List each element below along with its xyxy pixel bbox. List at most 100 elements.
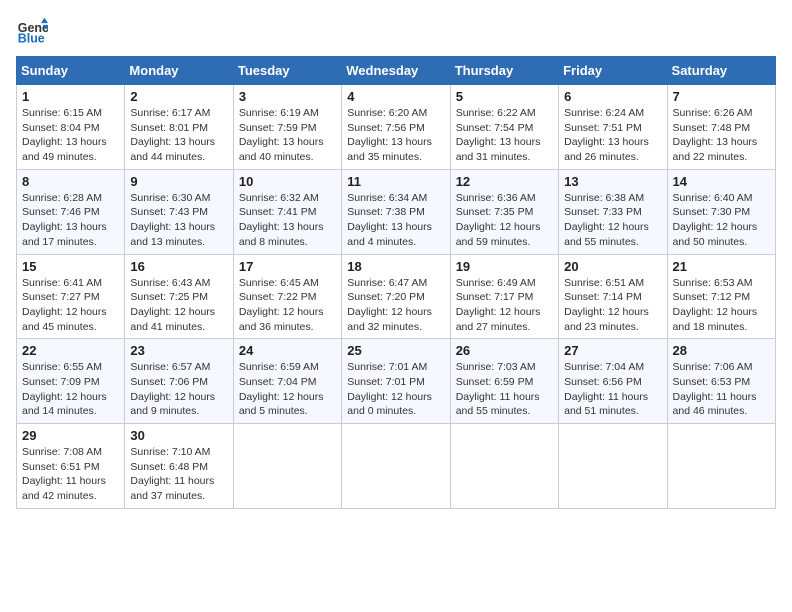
calendar-cell: 9 Sunrise: 6:30 AMSunset: 7:43 PMDaylight… (125, 169, 233, 254)
day-number: 26 (456, 343, 553, 358)
day-info: Sunrise: 6:20 AMSunset: 7:56 PMDaylight:… (347, 106, 444, 165)
calendar-cell: 23 Sunrise: 6:57 AMSunset: 7:06 PMDayligh… (125, 339, 233, 424)
calendar-cell: 2 Sunrise: 6:17 AMSunset: 8:01 PMDaylight… (125, 85, 233, 170)
day-info: Sunrise: 6:49 AMSunset: 7:17 PMDaylight:… (456, 276, 553, 335)
calendar-cell: 3Sunrise: 6:19 AMSunset: 7:59 PMDaylight… (233, 85, 341, 170)
day-info: Sunrise: 6:17 AMSunset: 8:01 PMDaylight:… (130, 106, 227, 165)
day-info: Sunrise: 6:15 AMSunset: 8:04 PMDaylight:… (22, 106, 119, 165)
day-number: 17 (239, 259, 336, 274)
calendar-cell: 7 Sunrise: 6:26 AMSunset: 7:48 PMDaylight… (667, 85, 775, 170)
day-number: 9 (130, 174, 227, 189)
day-info: Sunrise: 7:01 AMSunset: 7:01 PMDaylight:… (347, 360, 444, 419)
day-number: 6 (564, 89, 661, 104)
weekday-header-row: SundayMondayTuesdayWednesdayThursdayFrid… (17, 57, 776, 85)
day-number: 24 (239, 343, 336, 358)
calendar-cell: 16 Sunrise: 6:43 AMSunset: 7:25 PMDayligh… (125, 254, 233, 339)
day-info: Sunrise: 6:34 AMSunset: 7:38 PMDaylight:… (347, 191, 444, 250)
calendar-cell (233, 424, 341, 509)
calendar-week-row: 8 Sunrise: 6:28 AMSunset: 7:46 PMDaylight… (17, 169, 776, 254)
logo: General Blue (16, 16, 52, 48)
day-info: Sunrise: 6:26 AMSunset: 7:48 PMDaylight:… (673, 106, 770, 165)
calendar-cell: 17 Sunrise: 6:45 AMSunset: 7:22 PMDayligh… (233, 254, 341, 339)
day-info: Sunrise: 6:41 AMSunset: 7:27 PMDaylight:… (22, 276, 119, 335)
day-info: Sunrise: 6:51 AMSunset: 7:14 PMDaylight:… (564, 276, 661, 335)
weekday-header-wednesday: Wednesday (342, 57, 450, 85)
day-info: Sunrise: 6:32 AMSunset: 7:41 PMDaylight:… (239, 191, 336, 250)
calendar-cell: 1 Sunrise: 6:15 AMSunset: 8:04 PMDaylight… (17, 85, 125, 170)
calendar-cell: 12 Sunrise: 6:36 AMSunset: 7:35 PMDayligh… (450, 169, 558, 254)
weekday-header-tuesday: Tuesday (233, 57, 341, 85)
day-info: Sunrise: 6:55 AMSunset: 7:09 PMDaylight:… (22, 360, 119, 419)
day-number: 25 (347, 343, 444, 358)
day-number: 18 (347, 259, 444, 274)
calendar-cell: 27 Sunrise: 7:04 AMSunset: 6:56 PMDayligh… (559, 339, 667, 424)
calendar-table: SundayMondayTuesdayWednesdayThursdayFrid… (16, 56, 776, 509)
day-number: 14 (673, 174, 770, 189)
day-info: Sunrise: 6:36 AMSunset: 7:35 PMDaylight:… (456, 191, 553, 250)
calendar-cell: 15 Sunrise: 6:41 AMSunset: 7:27 PMDayligh… (17, 254, 125, 339)
day-info: Sunrise: 6:47 AMSunset: 7:20 PMDaylight:… (347, 276, 444, 335)
day-number: 28 (673, 343, 770, 358)
day-number: 22 (22, 343, 119, 358)
day-number: 8 (22, 174, 119, 189)
day-info: Sunrise: 7:10 AMSunset: 6:48 PMDaylight:… (130, 445, 227, 504)
calendar-cell: 29 Sunrise: 7:08 AMSunset: 6:51 PMDayligh… (17, 424, 125, 509)
calendar-cell: 6 Sunrise: 6:24 AMSunset: 7:51 PMDaylight… (559, 85, 667, 170)
day-number: 2 (130, 89, 227, 104)
calendar-week-row: 22 Sunrise: 6:55 AMSunset: 7:09 PMDayligh… (17, 339, 776, 424)
calendar-cell: 28 Sunrise: 7:06 AMSunset: 6:53 PMDayligh… (667, 339, 775, 424)
calendar-cell: 5 Sunrise: 6:22 AMSunset: 7:54 PMDaylight… (450, 85, 558, 170)
weekday-header-friday: Friday (559, 57, 667, 85)
calendar-cell: 19 Sunrise: 6:49 AMSunset: 7:17 PMDayligh… (450, 254, 558, 339)
day-number: 10 (239, 174, 336, 189)
day-info: Sunrise: 7:04 AMSunset: 6:56 PMDaylight:… (564, 360, 661, 419)
day-info: Sunrise: 6:28 AMSunset: 7:46 PMDaylight:… (22, 191, 119, 250)
day-number: 15 (22, 259, 119, 274)
calendar-cell: 8 Sunrise: 6:28 AMSunset: 7:46 PMDaylight… (17, 169, 125, 254)
day-number: 20 (564, 259, 661, 274)
calendar-cell: 14 Sunrise: 6:40 AMSunset: 7:30 PMDayligh… (667, 169, 775, 254)
day-number: 1 (22, 89, 119, 104)
day-number: 27 (564, 343, 661, 358)
calendar-cell: 26Sunrise: 7:03 AMSunset: 6:59 PMDayligh… (450, 339, 558, 424)
day-number: 30 (130, 428, 227, 443)
calendar-cell (450, 424, 558, 509)
day-info: Sunrise: 6:57 AMSunset: 7:06 PMDaylight:… (130, 360, 227, 419)
weekday-header-saturday: Saturday (667, 57, 775, 85)
day-number: 16 (130, 259, 227, 274)
weekday-header-monday: Monday (125, 57, 233, 85)
day-info: Sunrise: 6:43 AMSunset: 7:25 PMDaylight:… (130, 276, 227, 335)
calendar-week-row: 15 Sunrise: 6:41 AMSunset: 7:27 PMDayligh… (17, 254, 776, 339)
calendar-cell: 11Sunrise: 6:34 AMSunset: 7:38 PMDayligh… (342, 169, 450, 254)
day-info: Sunrise: 6:22 AMSunset: 7:54 PMDaylight:… (456, 106, 553, 165)
day-number: 7 (673, 89, 770, 104)
day-info: Sunrise: 6:53 AMSunset: 7:12 PMDaylight:… (673, 276, 770, 335)
calendar-cell: 25 Sunrise: 7:01 AMSunset: 7:01 PMDayligh… (342, 339, 450, 424)
day-info: Sunrise: 7:08 AMSunset: 6:51 PMDaylight:… (22, 445, 119, 504)
day-number: 29 (22, 428, 119, 443)
day-number: 19 (456, 259, 553, 274)
day-info: Sunrise: 7:06 AMSunset: 6:53 PMDaylight:… (673, 360, 770, 419)
day-number: 13 (564, 174, 661, 189)
weekday-header-thursday: Thursday (450, 57, 558, 85)
page-header: General Blue (16, 16, 776, 48)
day-number: 23 (130, 343, 227, 358)
logo-icon: General Blue (16, 16, 48, 48)
calendar-cell: 18 Sunrise: 6:47 AMSunset: 7:20 PMDayligh… (342, 254, 450, 339)
svg-text:Blue: Blue (18, 32, 45, 46)
day-info: Sunrise: 6:30 AMSunset: 7:43 PMDaylight:… (130, 191, 227, 250)
weekday-header-sunday: Sunday (17, 57, 125, 85)
calendar-cell: 24 Sunrise: 6:59 AMSunset: 7:04 PMDayligh… (233, 339, 341, 424)
day-number: 12 (456, 174, 553, 189)
calendar-cell: 13Sunrise: 6:38 AMSunset: 7:33 PMDayligh… (559, 169, 667, 254)
day-info: Sunrise: 6:59 AMSunset: 7:04 PMDaylight:… (239, 360, 336, 419)
day-info: Sunrise: 6:24 AMSunset: 7:51 PMDaylight:… (564, 106, 661, 165)
day-info: Sunrise: 6:19 AMSunset: 7:59 PMDaylight:… (239, 106, 336, 165)
day-info: Sunrise: 6:40 AMSunset: 7:30 PMDaylight:… (673, 191, 770, 250)
day-number: 5 (456, 89, 553, 104)
calendar-cell: 21 Sunrise: 6:53 AMSunset: 7:12 PMDayligh… (667, 254, 775, 339)
day-info: Sunrise: 6:45 AMSunset: 7:22 PMDaylight:… (239, 276, 336, 335)
calendar-cell: 20 Sunrise: 6:51 AMSunset: 7:14 PMDayligh… (559, 254, 667, 339)
calendar-week-row: 1 Sunrise: 6:15 AMSunset: 8:04 PMDaylight… (17, 85, 776, 170)
day-number: 21 (673, 259, 770, 274)
